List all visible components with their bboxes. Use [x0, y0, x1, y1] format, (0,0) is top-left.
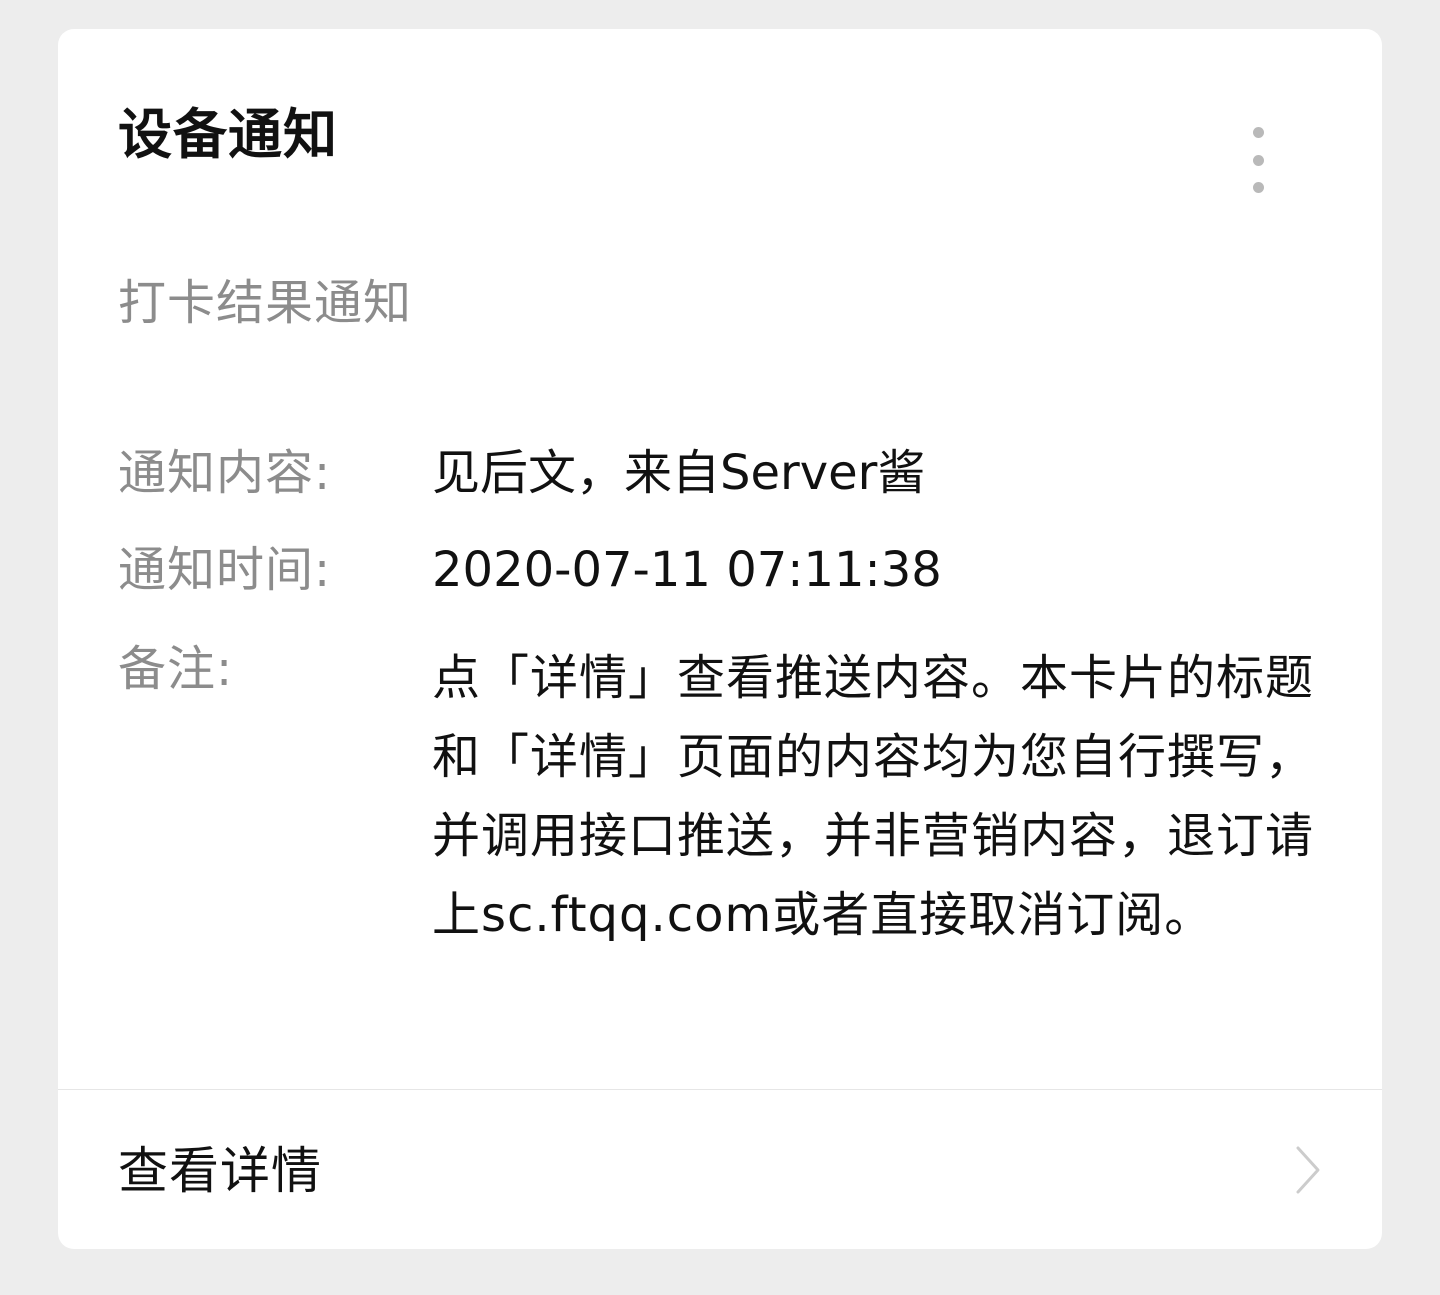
remark-value: 点「详情」查看推送内容。本卡片的标题和「详情」页面的内容均为您自行撰写，并调用接…	[432, 650, 1315, 943]
content-label: 通知内容:	[118, 445, 332, 501]
content-value: 见后文，来自Server酱	[432, 445, 926, 501]
time-value: 2020-07-11 07:11:38	[432, 542, 942, 598]
more-vertical-icon	[1253, 182, 1264, 193]
notification-card: 设备通知 打卡结果通知 通知内容: 见后文，来自Server酱 通知时间: 20…	[58, 29, 1382, 1249]
card-title: 设备通知	[118, 103, 338, 166]
more-options-button[interactable]	[1234, 117, 1282, 203]
remark-label: 备注:	[118, 641, 234, 697]
more-vertical-icon	[1253, 127, 1264, 138]
view-details-button[interactable]: 查看详情	[58, 1090, 1382, 1249]
more-vertical-icon	[1253, 155, 1264, 166]
chevron-right-icon	[1296, 1146, 1320, 1194]
time-label: 通知时间:	[118, 542, 332, 598]
view-details-label: 查看详情	[118, 1142, 322, 1200]
card-subtitle: 打卡结果通知	[118, 275, 413, 331]
